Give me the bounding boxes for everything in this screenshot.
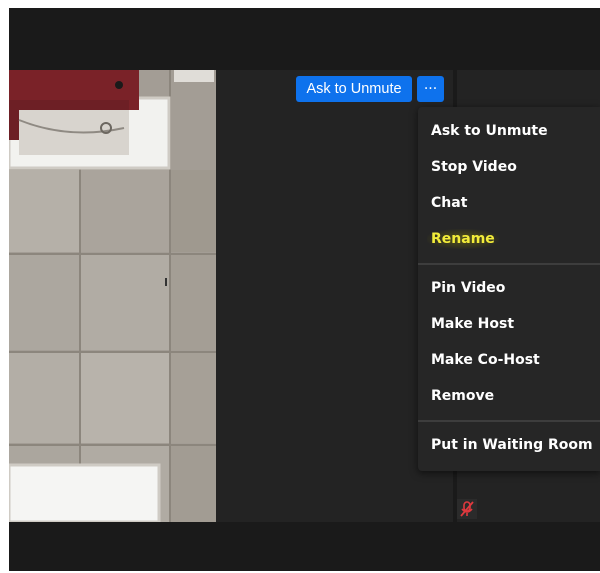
menu-item-put-in-waiting-room[interactable]: Put in Waiting Room [418, 427, 600, 463]
menu-item-label: Chat [431, 195, 468, 211]
meeting-window: B Ask to Unmute ··· Ask to Unmute Stop V… [9, 8, 600, 571]
participant-context-menu: Ask to Unmute Stop Video Chat Rename Pin… [418, 107, 600, 471]
menu-item-label: Stop Video [431, 159, 517, 175]
menu-item-label: Pin Video [431, 280, 506, 296]
bottom-bar [9, 522, 600, 571]
video-feed [9, 70, 216, 522]
menu-item-pin-video[interactable]: Pin Video [418, 270, 600, 306]
menu-item-label: Make Co-Host [431, 352, 540, 368]
ceiling-camera-image [9, 70, 216, 522]
top-bar [9, 8, 600, 70]
menu-divider [418, 263, 600, 265]
menu-item-chat[interactable]: Chat [418, 185, 600, 221]
menu-item-label: Rename [427, 229, 499, 249]
menu-item-remove[interactable]: Remove [418, 378, 600, 414]
menu-divider [418, 420, 600, 422]
menu-item-make-co-host[interactable]: Make Co-Host [418, 342, 600, 378]
menu-item-make-host[interactable]: Make Host [418, 306, 600, 342]
menu-item-label: Make Host [431, 316, 515, 332]
menu-item-label: Remove [431, 388, 495, 404]
menu-item-ask-to-unmute[interactable]: Ask to Unmute [418, 113, 600, 149]
microphone-muted-icon [457, 499, 477, 519]
ask-to-unmute-button[interactable]: Ask to Unmute [296, 76, 412, 102]
more-options-button[interactable]: ··· [417, 76, 444, 102]
ellipsis-icon: ··· [423, 81, 438, 97]
menu-item-label: Ask to Unmute [431, 123, 548, 139]
menu-item-label: Put in Waiting Room [431, 437, 593, 453]
menu-item-rename[interactable]: Rename [418, 221, 600, 257]
menu-item-stop-video[interactable]: Stop Video [418, 149, 600, 185]
